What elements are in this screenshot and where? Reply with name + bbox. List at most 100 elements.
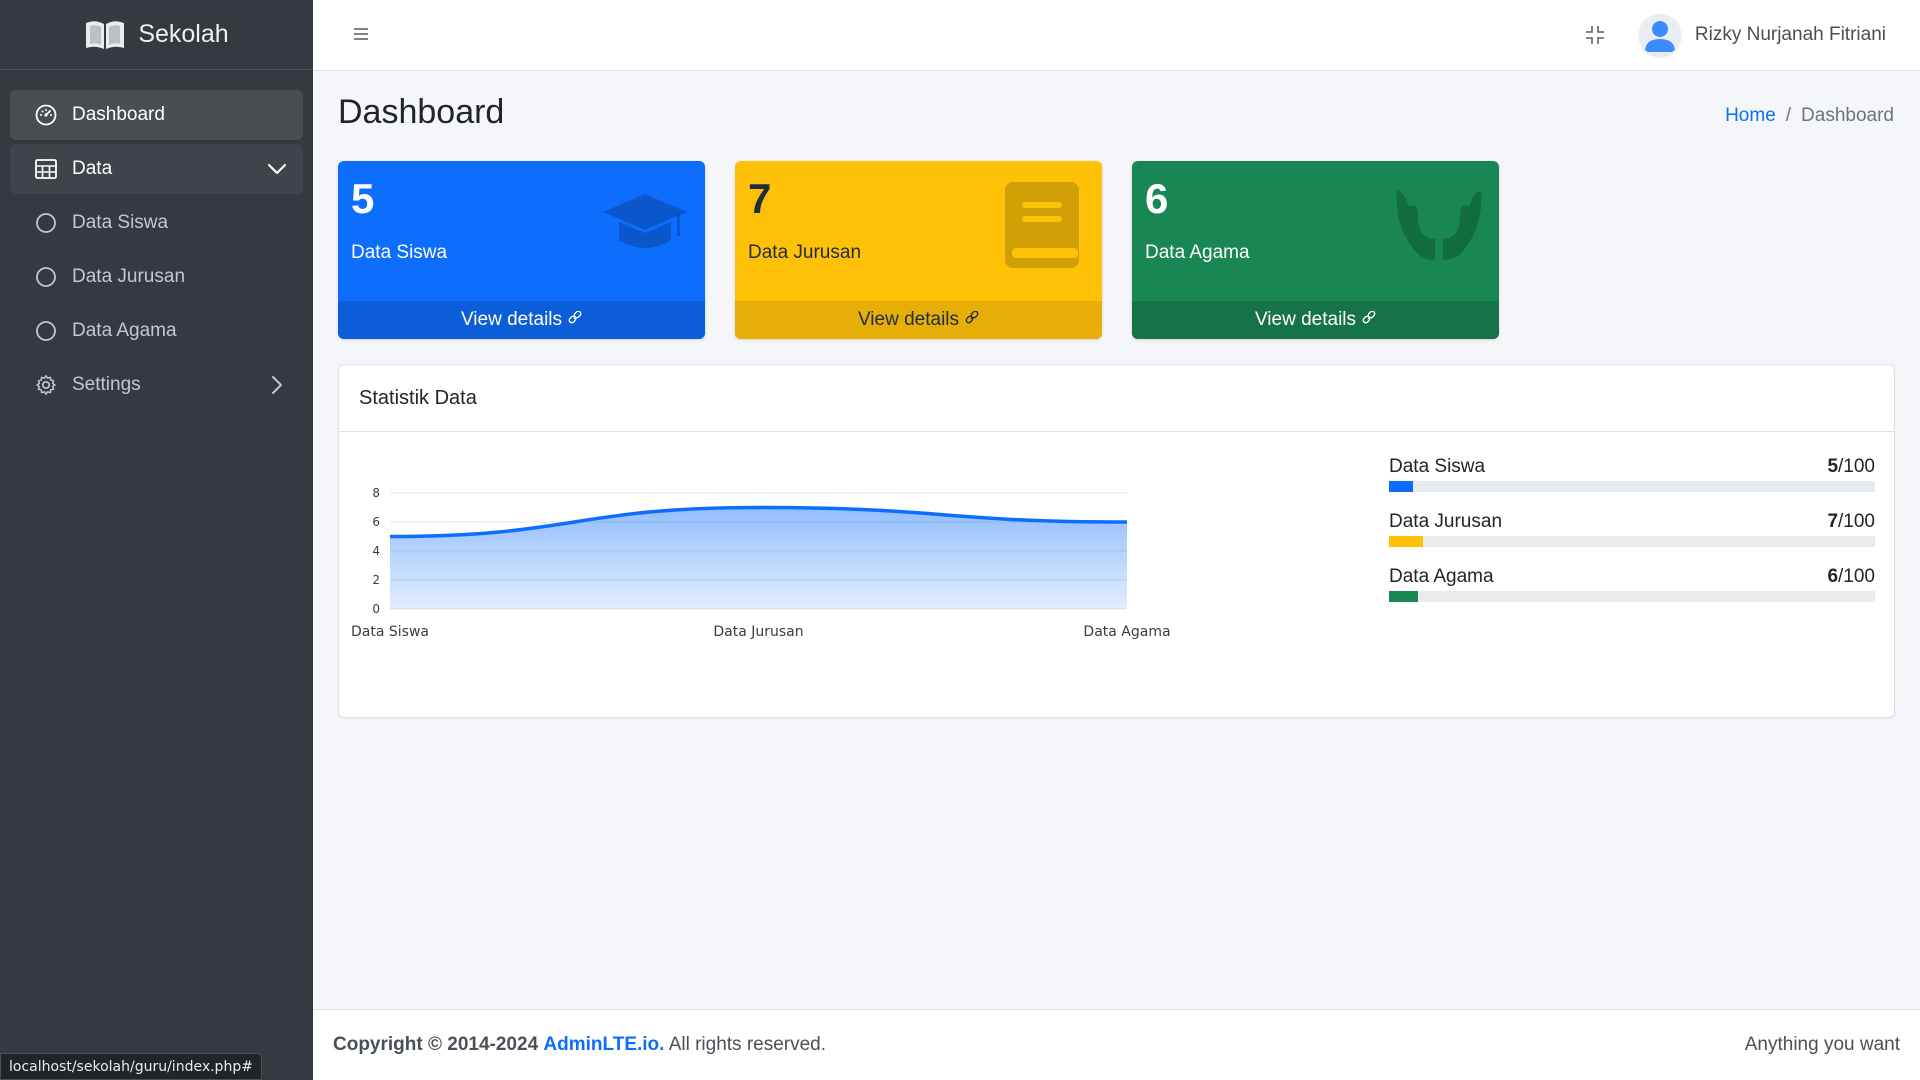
- progress-item: Data Siswa 5/100: [1389, 455, 1875, 492]
- sidebar-item-label: Dashboard: [72, 104, 165, 125]
- brand-link[interactable]: Sekolah: [0, 0, 313, 70]
- footer-copyright: Copyright © 2014-2024 AdminLTE.io. All r…: [333, 1034, 826, 1056]
- progress-max: /100: [1838, 511, 1875, 532]
- sidebar-item-label: Data Jurusan: [72, 266, 186, 287]
- card-title: Statistik Data: [339, 365, 1894, 432]
- page-title: Dashboard: [338, 93, 505, 131]
- avatar: [1638, 14, 1681, 56]
- stat-box-agama: 6 Data Agama View details: [1132, 161, 1499, 339]
- hands-icon: [1393, 179, 1485, 271]
- breadcrumb-separator: /: [1785, 105, 1792, 126]
- view-details-label: View details: [460, 309, 563, 330]
- view-details-label: View details: [857, 309, 960, 330]
- stat-box-siswa: 5 Data Siswa View details: [338, 161, 705, 339]
- view-details-link[interactable]: View details: [735, 301, 1102, 339]
- chart-x-tick-label: Data Jurusan: [713, 624, 803, 640]
- footer-right-text: Anything you want: [1744, 1034, 1900, 1055]
- link-icon: [965, 309, 979, 331]
- progress-value-text: 5/100: [1827, 456, 1875, 478]
- chart-y-tick-label: 6: [372, 515, 380, 529]
- book-icon: [996, 179, 1088, 271]
- sidebar-item-data[interactable]: Data: [10, 144, 303, 194]
- stat-box-jurusan: 7 Data Jurusan View details: [735, 161, 1102, 339]
- progress-label: Data Jurusan: [1389, 511, 1503, 532]
- browser-status-url: localhost/sekolah/guru/index.php#: [0, 1053, 262, 1080]
- view-details-link[interactable]: View details: [1132, 301, 1499, 339]
- main-content: Dashboard Home / Dashboard 5 Data Siswa …: [313, 71, 1920, 1009]
- progress-label: Data Agama: [1389, 566, 1494, 587]
- progress-item: Data Agama 6/100: [1389, 565, 1875, 602]
- hamburger-menu-icon[interactable]: [349, 22, 373, 46]
- stat-label: Data Agama: [1145, 242, 1250, 263]
- stat-value: 7: [748, 175, 772, 222]
- sidebar-item-label: Data: [72, 158, 113, 179]
- progress-item: Data Jurusan 7/100: [1389, 510, 1875, 547]
- circle-icon: [34, 319, 58, 343]
- sidebar-item-data-jurusan[interactable]: Data Jurusan: [10, 252, 303, 302]
- chart-y-tick-label: 4: [372, 544, 380, 558]
- progress-value-text: 6/100: [1827, 566, 1875, 588]
- progress-max: /100: [1838, 566, 1875, 587]
- sidebar-item-data-siswa[interactable]: Data Siswa: [10, 198, 303, 248]
- progress-value: 6: [1827, 566, 1839, 587]
- circle-icon: [34, 265, 58, 289]
- sidebar-nav: Dashboard Data Data Siswa Data Jurusan D…: [0, 70, 313, 410]
- statistik-card: Statistik Data 0 2 4 6 8 Data Siswa Data Juru…: [338, 364, 1895, 718]
- view-details-link[interactable]: View details: [338, 301, 705, 339]
- progress-value: 5: [1827, 456, 1839, 477]
- progress-fill: [1389, 591, 1419, 602]
- breadcrumb-home-link[interactable]: Home: [1725, 105, 1776, 127]
- copyright-text: Copyright © 2014-2024: [333, 1034, 539, 1055]
- progress-label: Data Siswa: [1389, 456, 1486, 477]
- footer: Copyright © 2014-2024 AdminLTE.io. All r…: [313, 1009, 1920, 1080]
- chart-area-fill: [390, 507, 1127, 609]
- view-details-label: View details: [1254, 309, 1357, 330]
- stat-label: Data Siswa: [351, 242, 448, 263]
- circle-icon: [34, 211, 58, 235]
- link-icon: [1362, 309, 1376, 331]
- stat-value: 5: [351, 175, 375, 222]
- chart-x-tick-label: Data Siswa: [351, 624, 429, 640]
- area-chart-svg: 0 2 4 6 8 Data Siswa Data Jurusan Data Agama: [351, 486, 1171, 640]
- chart-y-tick-label: 2: [372, 573, 380, 587]
- gear-icon: [34, 373, 58, 397]
- topbar: Rizky Nurjanah Fitriani: [313, 0, 1920, 71]
- sidebar-item-data-agama[interactable]: Data Agama: [10, 306, 303, 356]
- table-icon: [34, 157, 58, 181]
- chevron-down-icon: [265, 157, 289, 181]
- sidebar-item-settings[interactable]: Settings: [10, 360, 303, 410]
- progress-fill: [1389, 481, 1414, 492]
- progress-bar: [1389, 536, 1875, 547]
- progress-value: 7: [1827, 511, 1839, 532]
- progress-bar: [1389, 481, 1875, 492]
- open-book-icon: [84, 18, 126, 52]
- progress-value-text: 7/100: [1827, 511, 1875, 533]
- graduation-cap-icon: [599, 179, 691, 271]
- sidebar-item-label: Data Siswa: [72, 212, 169, 233]
- breadcrumb-current: Dashboard: [1801, 105, 1894, 126]
- chevron-right-icon: [265, 373, 289, 397]
- chart-y-tick-label: 0: [372, 602, 380, 616]
- user-name: Rizky Nurjanah Fitriani: [1694, 24, 1886, 45]
- progress-list: Data Siswa 5/100 Data Jurusan 7/100 Data…: [1389, 455, 1875, 620]
- user-menu[interactable]: Rizky Nurjanah Fitriani: [1638, 12, 1886, 58]
- chart-y-tick-label: 8: [372, 486, 380, 500]
- link-icon: [568, 309, 582, 331]
- sidebar-item-dashboard[interactable]: Dashboard: [10, 90, 303, 140]
- dashboard-gauge-icon: [34, 103, 58, 127]
- chart-x-tick-label: Data Agama: [1083, 624, 1170, 640]
- sidebar: Sekolah Dashboard Data Data Siswa Data J…: [0, 0, 313, 1080]
- fullscreen-exit-icon[interactable]: [1581, 21, 1609, 49]
- footer-brand-link[interactable]: AdminLTE.io.: [543, 1034, 664, 1055]
- progress-bar: [1389, 591, 1875, 602]
- rights-text: All rights reserved.: [668, 1034, 827, 1055]
- breadcrumb: Home / Dashboard: [1725, 105, 1894, 127]
- sidebar-item-label: Settings: [72, 374, 141, 395]
- area-chart: 0 2 4 6 8 Data Siswa Data Jurusan Data Agama: [349, 465, 1369, 675]
- sidebar-submenu-data: Data Siswa Data Jurusan Data Agama: [10, 198, 303, 356]
- stat-value: 6: [1145, 175, 1169, 222]
- progress-fill: [1389, 536, 1424, 547]
- stat-label: Data Jurusan: [748, 242, 862, 263]
- stat-boxes: 5 Data Siswa View details 7 Data Jurusan…: [338, 161, 1499, 339]
- progress-max: /100: [1838, 456, 1875, 477]
